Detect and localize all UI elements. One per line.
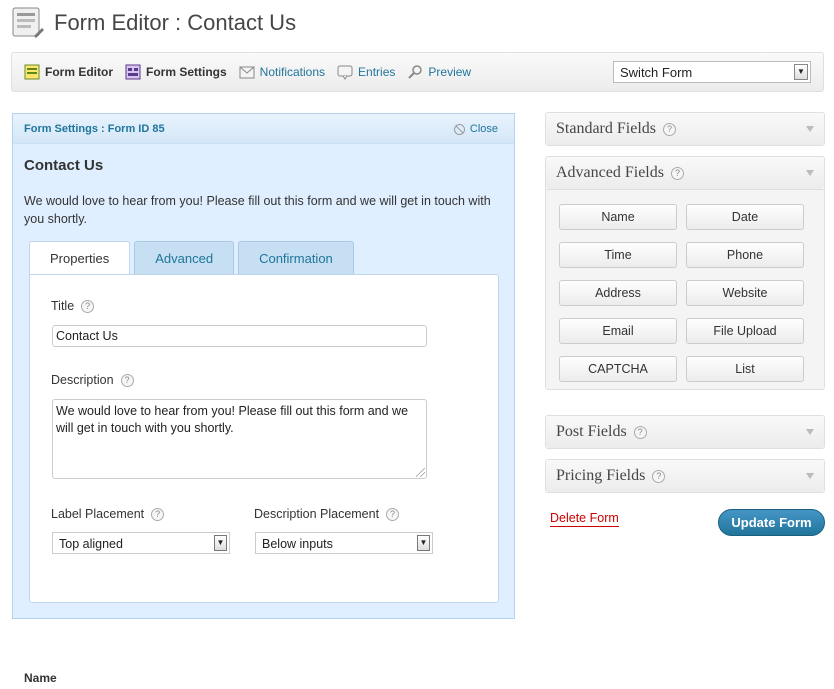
page-header: Form Editor : Contact Us: [10, 6, 296, 40]
triangle-down-icon: [806, 429, 814, 435]
close-icon: [453, 123, 465, 135]
form-settings-panel: Form Settings : Form ID 85 Close Contact…: [12, 113, 515, 619]
triangle-down-icon: [806, 473, 814, 479]
settings-tabs: Properties Advanced Confirmation: [29, 241, 358, 276]
help-icon[interactable]: ?: [663, 122, 676, 136]
form-settings-icon: [125, 64, 141, 80]
add-time-field-button[interactable]: Time: [559, 242, 677, 268]
chevron-down-icon: ▼: [794, 64, 808, 80]
resize-handle[interactable]: [416, 468, 425, 477]
update-form-button[interactable]: Update Form: [718, 509, 825, 536]
help-icon[interactable]: ?: [670, 166, 684, 180]
add-address-field-button[interactable]: Address: [559, 280, 677, 306]
help-icon[interactable]: ?: [81, 299, 95, 313]
label-placement-label: Label Placement ?: [51, 507, 165, 521]
form-name: Contact Us: [24, 157, 104, 174]
tab-confirmation[interactable]: Confirmation: [238, 241, 354, 275]
notifications-icon: [239, 64, 255, 80]
switch-form-select[interactable]: Switch Form ▼: [613, 61, 811, 83]
help-icon[interactable]: ?: [151, 507, 165, 521]
delete-form-link[interactable]: Delete Form: [550, 511, 619, 527]
advanced-fields-buttons: Name Date Time Phone Address Website Ema…: [546, 189, 824, 389]
toolbar-form-settings[interactable]: Form Settings: [125, 64, 227, 80]
settings-header: Form Settings : Form ID 85 Close: [13, 114, 514, 144]
pricing-fields-box[interactable]: Pricing Fields ?: [545, 459, 825, 493]
chevron-down-icon: ▼: [214, 535, 227, 551]
tab-advanced[interactable]: Advanced: [134, 241, 235, 275]
add-captcha-field-button[interactable]: CAPTCHA: [559, 356, 677, 382]
description-placement-label: Description Placement ?: [254, 507, 400, 521]
entries-icon: [337, 64, 353, 80]
add-list-field-button[interactable]: List: [686, 356, 804, 382]
page-title: Form Editor : Contact Us: [54, 10, 297, 35]
add-website-field-button[interactable]: Website: [686, 280, 804, 306]
help-icon[interactable]: ?: [386, 507, 400, 521]
toolbar-preview[interactable]: Preview: [407, 64, 471, 80]
description-textarea[interactable]: We would love to hear from you! Please f…: [52, 399, 427, 479]
settings-heading: Form Settings : Form ID 85: [24, 123, 165, 135]
toolbar-form-editor[interactable]: Form Editor: [24, 64, 113, 80]
add-date-field-button[interactable]: Date: [686, 204, 804, 230]
add-email-field-button[interactable]: Email: [559, 318, 677, 344]
title-label: Title ?: [51, 299, 95, 313]
field-label-name: Name: [24, 671, 57, 685]
label-placement-select[interactable]: Top aligned ▼: [52, 532, 230, 554]
form-editor-icon: [10, 6, 44, 40]
help-icon[interactable]: ?: [120, 373, 134, 387]
description-label: Description ?: [51, 373, 134, 387]
post-fields-box[interactable]: Post Fields ?: [545, 415, 825, 449]
description-placement-select[interactable]: Below inputs ▼: [255, 532, 433, 554]
add-phone-field-button[interactable]: Phone: [686, 242, 804, 268]
preview-icon: [407, 64, 423, 80]
help-icon[interactable]: ?: [652, 469, 666, 483]
advanced-fields-box: Advanced Fields ? Name Date Time Phone A…: [545, 156, 825, 390]
properties-tab-body: Title ? Description ? We would love to h…: [29, 274, 499, 603]
standard-fields-box[interactable]: Standard Fields ?: [545, 112, 825, 146]
triangle-down-icon: [806, 170, 814, 176]
title-input[interactable]: [52, 325, 427, 347]
add-file-upload-field-button[interactable]: File Upload: [686, 318, 804, 344]
help-icon[interactable]: ?: [633, 425, 647, 439]
chevron-down-icon: ▼: [417, 535, 430, 551]
close-settings-button[interactable]: Close: [453, 123, 498, 135]
toolbar-notifications[interactable]: Notifications: [239, 64, 325, 80]
tab-properties[interactable]: Properties: [29, 241, 131, 276]
form-description: We would love to hear from you! Please f…: [24, 194, 491, 226]
triangle-down-icon: [806, 126, 814, 132]
form-editor-icon: [24, 64, 40, 80]
toolbar-entries[interactable]: Entries: [337, 64, 395, 80]
add-name-field-button[interactable]: Name: [559, 204, 677, 230]
form-toolbar: Form Editor Form Settings Notifications …: [11, 52, 824, 92]
